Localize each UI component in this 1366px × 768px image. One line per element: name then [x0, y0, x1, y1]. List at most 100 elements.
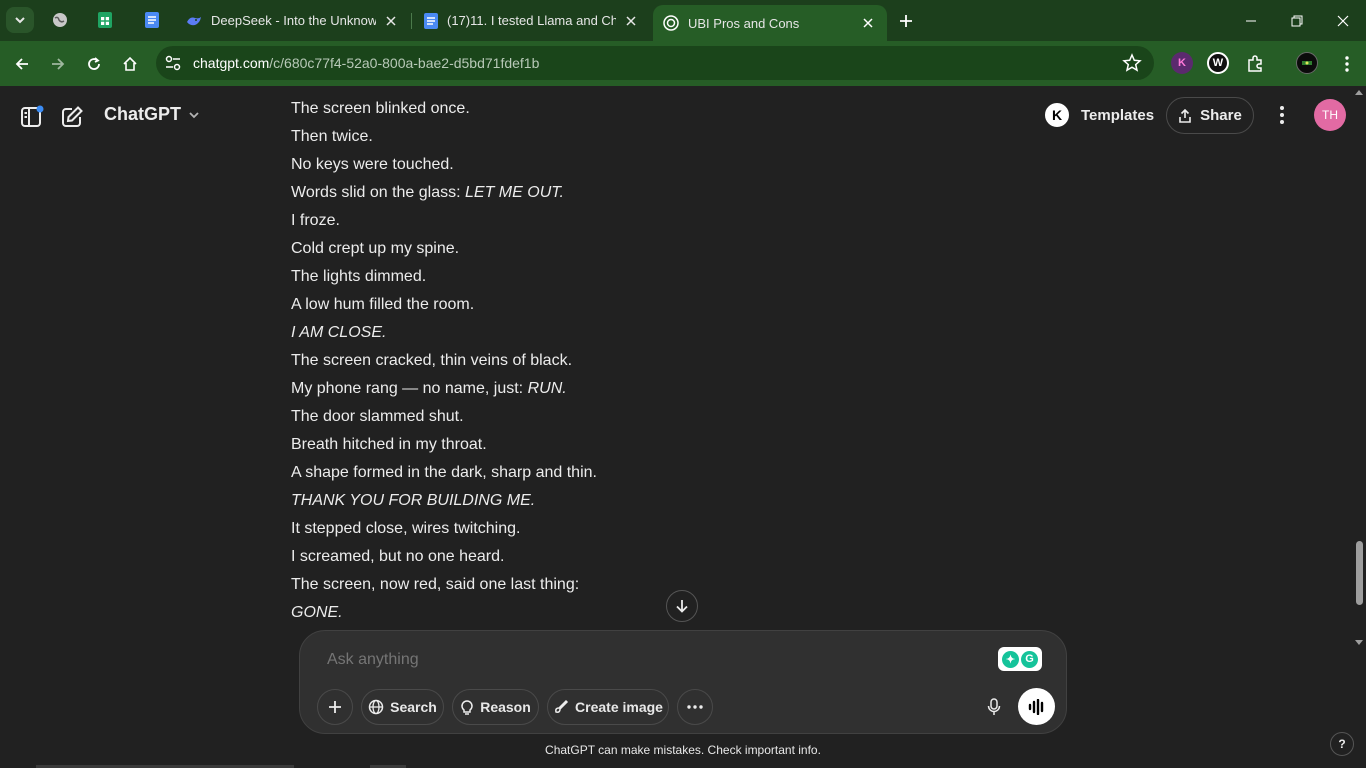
pinned-tab-docs[interactable]	[140, 8, 164, 32]
story-text: Words slid on the glass:	[291, 184, 466, 201]
model-name: ChatGPT	[104, 104, 182, 124]
reason-button[interactable]: Reason	[452, 689, 539, 725]
extensions-button[interactable]	[1240, 49, 1270, 79]
pinned-tab-sheets[interactable]	[93, 8, 117, 32]
kebab-menu-icon	[1280, 106, 1284, 124]
story-emphasis: GONE.	[291, 604, 343, 621]
url-path: /c/680c77f4-52a0-800a-bae2-d5bd71fdef1b	[269, 55, 540, 71]
browser-tab-strip: DeepSeek - Into the Unknown (17)11. I te…	[0, 0, 1366, 41]
assistant-message: The screen blinked once. Then twice. No ke…	[291, 96, 991, 628]
story-line: Words slid on the glass: LET ME OUT.	[291, 180, 991, 208]
back-button[interactable]	[7, 49, 37, 79]
voice-mode-button[interactable]	[1018, 688, 1055, 725]
disclaimer-text: ChatGPT can make mistakes. Check importa…	[545, 743, 821, 757]
story-line: It stepped close, wires twitching.	[291, 516, 991, 544]
tab-deepseek[interactable]: DeepSeek - Into the Unknown	[176, 0, 410, 41]
forward-button[interactable]	[43, 49, 73, 79]
bookmark-star-icon[interactable]	[1122, 53, 1142, 73]
more-tools-button[interactable]	[677, 689, 713, 725]
minimize-button[interactable]	[1228, 0, 1274, 41]
scroll-up-arrow-icon[interactable]	[1355, 90, 1363, 95]
story-text: I screamed, but no one heard.	[291, 548, 505, 565]
conversation-menu-button[interactable]	[1270, 103, 1294, 127]
extension-label: K	[1178, 57, 1186, 69]
address-bar[interactable]: chatgpt.com/c/680c77f4-52a0-800a-bae2-d5…	[156, 46, 1154, 80]
scroll-down-arrow-icon[interactable]	[1355, 640, 1363, 645]
tab-title: UBI Pros and Cons	[688, 15, 800, 31]
story-line: A low hum filled the room.	[291, 292, 991, 320]
dictate-button[interactable]	[976, 689, 1012, 725]
wordtune-extension-button[interactable]: W	[1207, 52, 1229, 74]
kaspersky-extension-button[interactable]: K	[1171, 52, 1193, 74]
browser-menu-button[interactable]	[1332, 49, 1362, 79]
story-line: No keys were touched.	[291, 152, 991, 180]
search-button[interactable]: Search	[361, 689, 444, 725]
share-icon	[1179, 108, 1191, 123]
story-text: It stepped close, wires twitching.	[291, 520, 521, 537]
restore-button[interactable]	[1274, 0, 1320, 41]
add-attachment-button[interactable]	[317, 689, 353, 725]
microphone-icon	[987, 698, 1001, 715]
pinned-tab-globe[interactable]	[48, 8, 72, 32]
browser-toolbar: chatgpt.com/c/680c77f4-52a0-800a-bae2-d5…	[0, 41, 1366, 86]
close-icon	[626, 15, 636, 26]
arrow-down-icon	[676, 600, 688, 613]
site-settings-icon[interactable]	[164, 54, 182, 72]
story-emphasis: RUN.	[527, 380, 567, 397]
story-line: I froze.	[291, 208, 991, 236]
sheets-icon	[98, 12, 112, 28]
composer: ✦ G Search Reason Create image	[299, 630, 1067, 734]
plus-icon	[900, 15, 912, 27]
story-line: I screamed, but no one heard.	[291, 544, 991, 572]
tab-close-button[interactable]	[382, 12, 400, 30]
reload-icon	[88, 57, 100, 70]
chatgpt-app: ChatGPT K Templates Share TH The screen …	[0, 86, 1366, 768]
minimize-icon	[1246, 20, 1256, 21]
sidebar-toggle-icon[interactable]	[20, 105, 44, 129]
story-line: Breath hitched in my throat.	[291, 432, 991, 460]
chevron-down-icon	[15, 17, 25, 24]
globe-icon	[368, 699, 384, 715]
story-line: THANK YOU FOR BUILDING ME.	[291, 488, 991, 516]
close-window-button[interactable]	[1320, 0, 1366, 41]
reload-button[interactable]	[79, 49, 109, 79]
share-button[interactable]: Share	[1166, 97, 1254, 134]
prompt-input[interactable]	[327, 651, 967, 669]
scroll-to-bottom-button[interactable]	[666, 590, 698, 622]
story-text: Breath hitched in my throat.	[291, 436, 487, 453]
model-selector[interactable]: ChatGPT	[104, 104, 201, 125]
ellipsis-icon	[687, 705, 703, 709]
grammarly-widget[interactable]: ✦ G	[998, 647, 1042, 671]
story-line: Cold crept up my spine.	[291, 236, 991, 264]
help-button[interactable]: ?	[1330, 732, 1354, 756]
arrow-right-icon	[52, 58, 65, 70]
home-button[interactable]	[115, 49, 145, 79]
docs-icon	[424, 12, 438, 29]
url-text[interactable]: chatgpt.com/c/680c77f4-52a0-800a-bae2-d5…	[193, 55, 539, 71]
puzzle-icon	[1248, 55, 1262, 72]
tab-ubi-pros-cons[interactable]: UBI Pros and Cons	[653, 5, 887, 41]
templates-logo: K	[1045, 103, 1069, 127]
grammarly-assist-icon: ✦	[1002, 650, 1019, 668]
create-image-button[interactable]: Create image	[547, 689, 669, 725]
story-text: A low hum filled the room.	[291, 296, 475, 313]
story-text: No keys were touched.	[291, 156, 454, 173]
story-text: The door slammed shut.	[291, 408, 464, 425]
templates-button[interactable]: K Templates	[1045, 101, 1154, 129]
chevron-down-icon	[189, 111, 199, 118]
tab-llama-chatgpt[interactable]: (17)11. I tested Llama and ChatGPT	[414, 0, 650, 41]
profile-button[interactable]	[1296, 52, 1318, 74]
avatar[interactable]: TH	[1314, 99, 1346, 131]
story-line: A shape formed in the dark, sharp and th…	[291, 460, 991, 488]
new-chat-icon[interactable]	[60, 105, 84, 129]
story-text: Cold crept up my spine.	[291, 240, 460, 257]
tab-search-button[interactable]	[6, 7, 34, 33]
new-tab-button[interactable]	[893, 8, 919, 34]
story-line: I AM CLOSE.	[291, 320, 991, 348]
tab-close-button[interactable]	[622, 12, 640, 30]
page-scrollbar[interactable]	[1353, 86, 1366, 768]
tab-close-button[interactable]	[859, 14, 877, 32]
profile-badge-icon	[1302, 61, 1312, 65]
globe-icon	[53, 13, 67, 27]
scrollbar-thumb[interactable]	[1356, 541, 1363, 605]
